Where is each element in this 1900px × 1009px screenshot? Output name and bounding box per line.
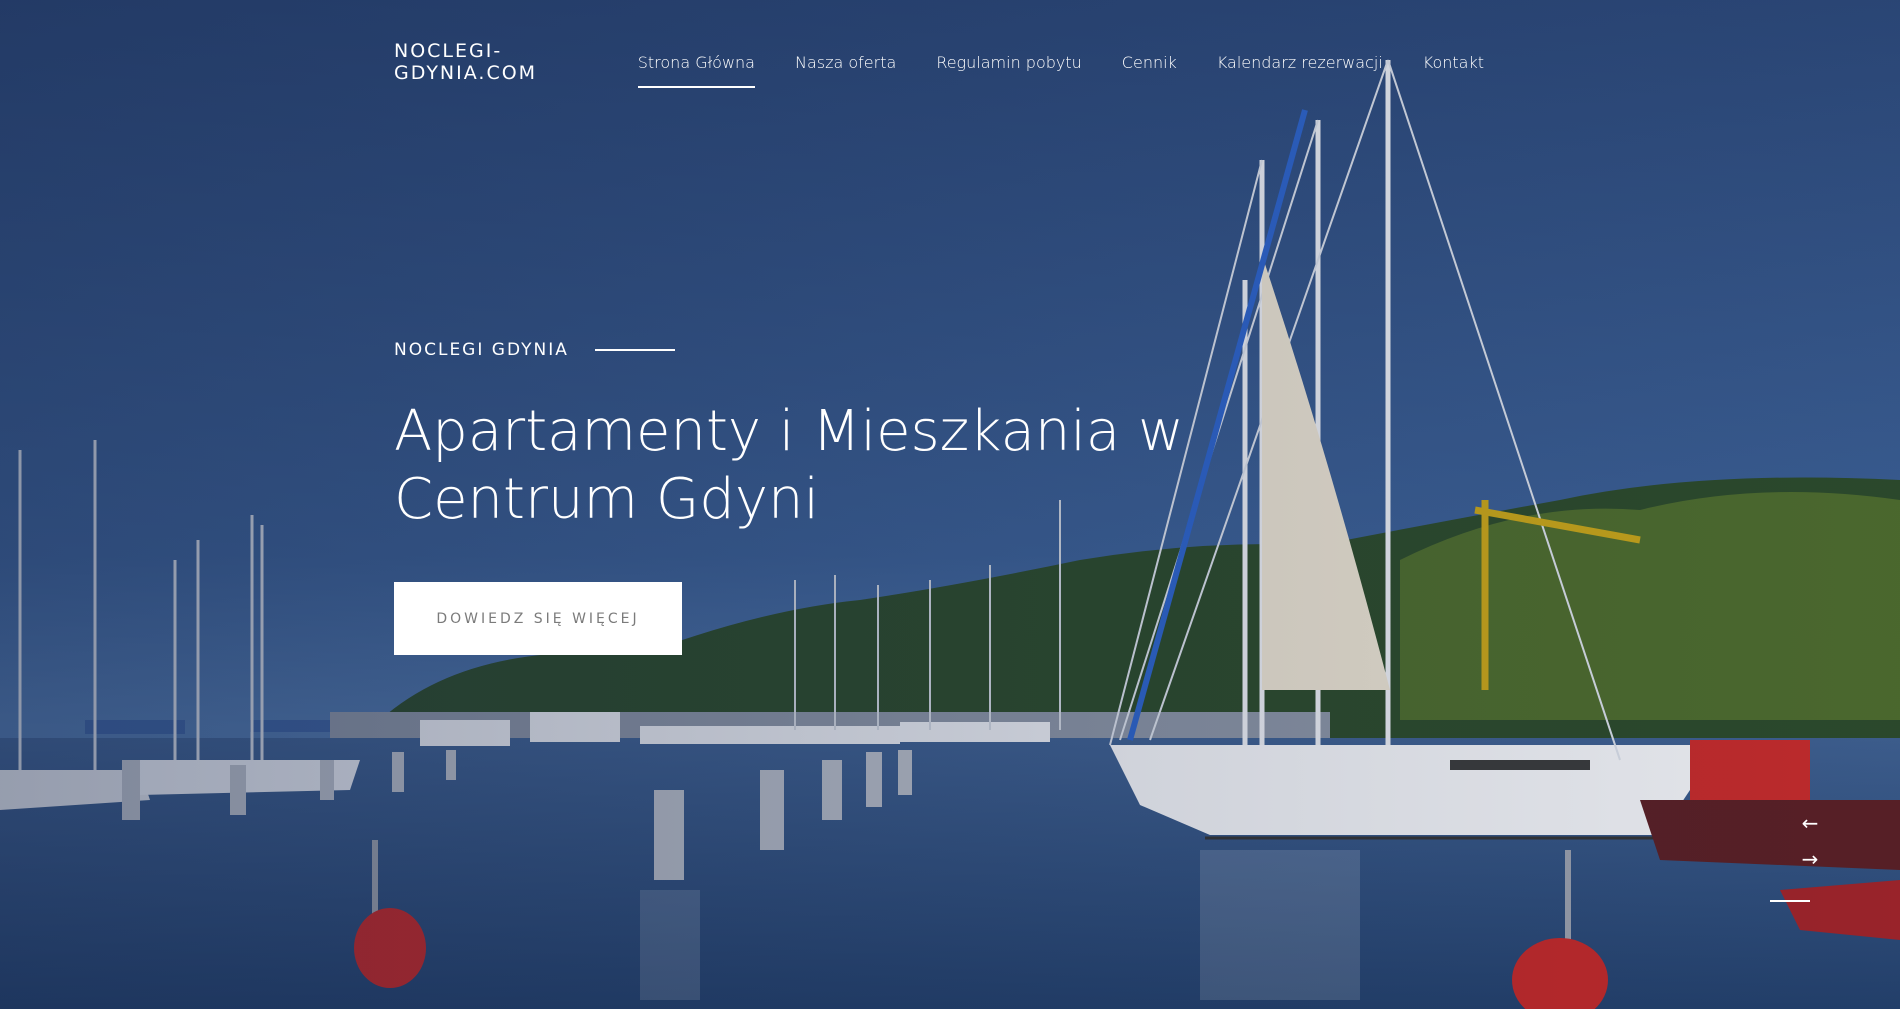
- slide-indicator[interactable]: [1770, 900, 1810, 902]
- slider-controls: ← →: [1770, 808, 1840, 902]
- hero-eyebrow: NOCLEGI GDYNIA: [394, 340, 1214, 360]
- site-logo[interactable]: NOCLEGI-GDYNIA.COM: [394, 40, 638, 84]
- arrow-left-icon[interactable]: ←: [1795, 808, 1825, 838]
- eyebrow-divider: [594, 349, 675, 351]
- nav-item-cennik[interactable]: Cennik: [1122, 47, 1177, 78]
- main-nav: Strona Główna Nasza oferta Regulamin pob…: [637, 0, 1484, 124]
- hero-headline: Apartamenty i Mieszkania w Centrum Gdyni: [394, 399, 1184, 532]
- nav-item-regulamin-pobytu[interactable]: Regulamin pobytu: [936, 47, 1081, 78]
- nav-item-kalendarz-rezerwacji[interactable]: Kalendarz rezerwacji: [1217, 47, 1383, 78]
- hero-eyebrow-text: NOCLEGI GDYNIA: [394, 340, 569, 360]
- site-header: NOCLEGI-GDYNIA.COM Strona Główna Nasza o…: [394, 0, 1484, 124]
- nav-item-strona-glowna[interactable]: Strona Główna: [637, 47, 756, 88]
- hero-content: NOCLEGI GDYNIA Apartamenty i Mieszkania …: [394, 340, 1214, 655]
- nav-item-nasza-oferta[interactable]: Nasza oferta: [795, 47, 896, 78]
- nav-item-kontakt[interactable]: Kontakt: [1423, 47, 1484, 78]
- learn-more-button[interactable]: DOWIEDZ SIĘ WIĘCEJ: [394, 582, 682, 655]
- arrow-right-icon[interactable]: →: [1795, 844, 1825, 874]
